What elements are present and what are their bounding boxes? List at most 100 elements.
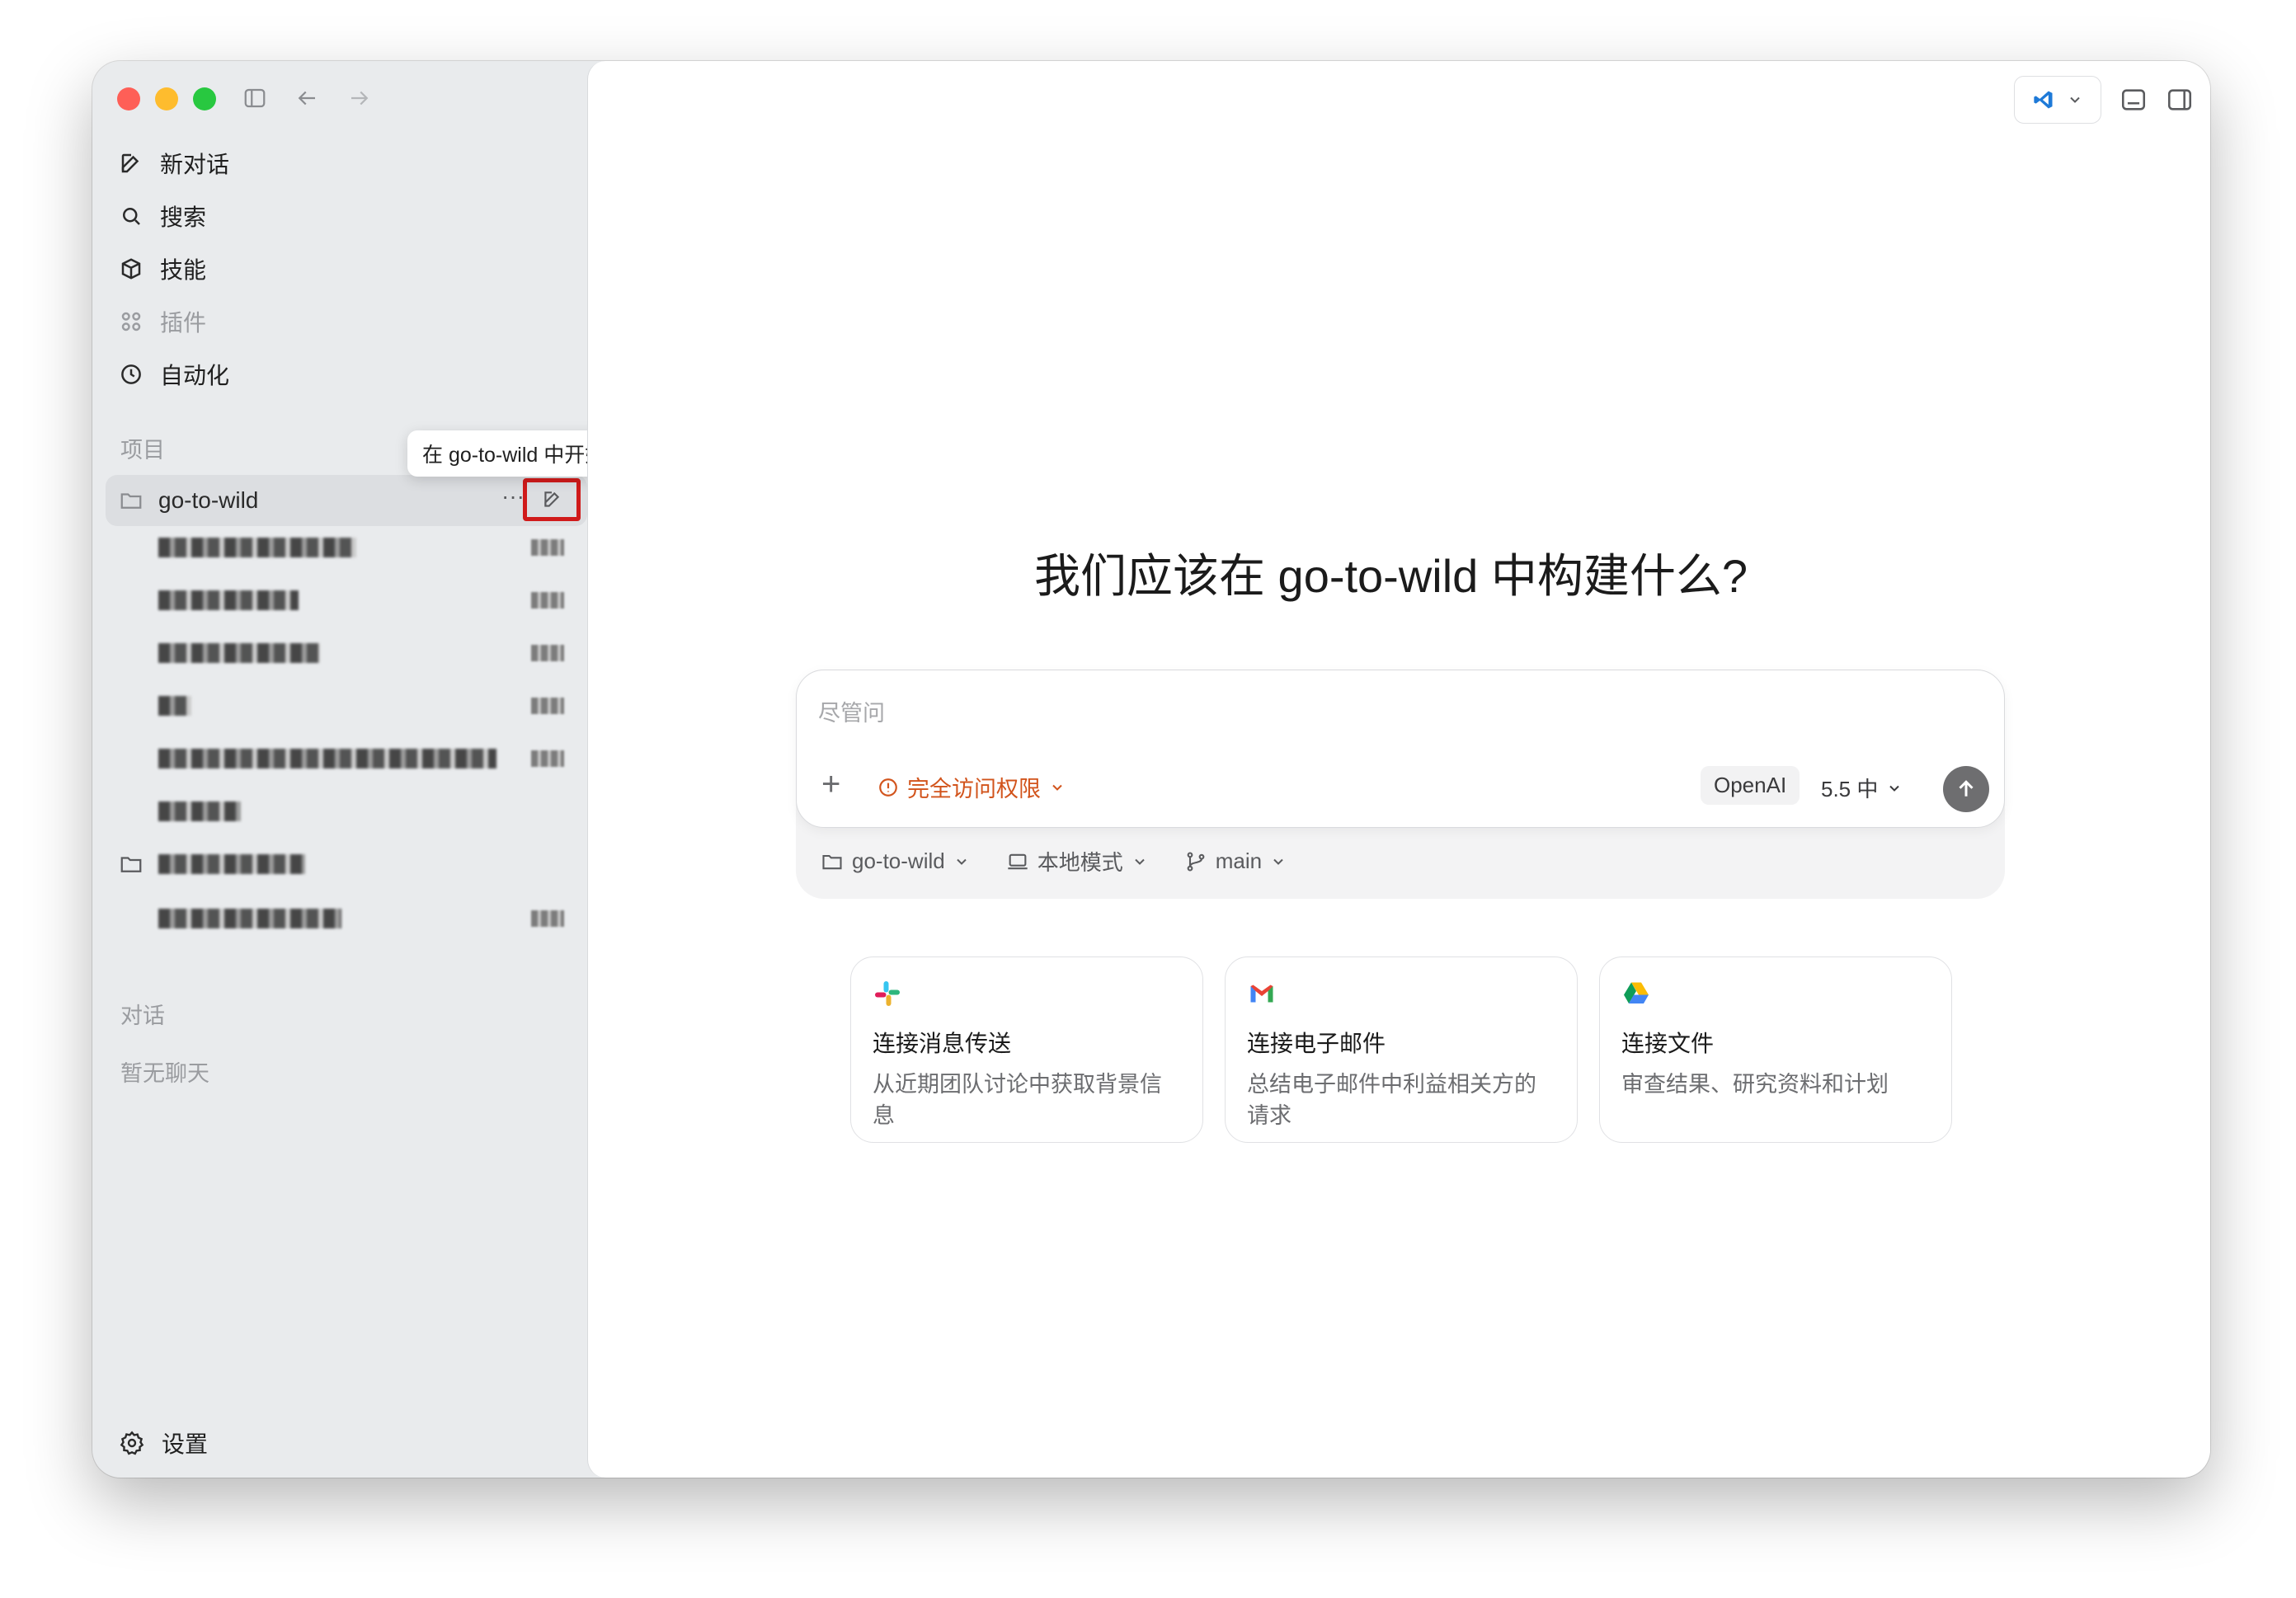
- folder-icon: [822, 854, 842, 869]
- redacted-text: [158, 749, 496, 768]
- redacted-date: [531, 539, 564, 556]
- redacted-date: [531, 645, 564, 661]
- redacted-date: [531, 698, 564, 714]
- branch-label: main: [1215, 848, 1263, 873]
- branch-selector[interactable]: main: [1184, 848, 1287, 874]
- project-item-redacted[interactable]: [119, 848, 564, 881]
- chevron-down-icon: [1052, 784, 1062, 791]
- redacted-text: [158, 909, 341, 928]
- mode-selector[interactable]: 本地模式: [1006, 846, 1148, 877]
- nav-automation[interactable]: 自动化: [119, 351, 229, 397]
- clock-icon: [121, 364, 141, 384]
- top-controls: [2014, 76, 2194, 124]
- nav-label: 自动化: [160, 363, 230, 388]
- search-icon: [123, 208, 140, 225]
- arrow-up-icon: [1959, 780, 1974, 797]
- projects-section-label: 项目: [120, 438, 165, 463]
- project-row-content: [119, 852, 305, 877]
- nav-search[interactable]: 搜索: [119, 193, 206, 239]
- card-title: 连接文件: [1621, 1031, 1715, 1056]
- git-branch-icon: [1187, 851, 1205, 872]
- redacted-date: [531, 592, 564, 609]
- nav-label: 搜索: [160, 204, 207, 230]
- app-window: 新对话 搜索 技能 插件 自动化 项目 go-to-wild ··· 在 go-…: [92, 61, 2210, 1478]
- project-name: go-to-wild: [158, 487, 259, 513]
- new-chat-icon: [121, 153, 139, 173]
- edit-icon: [544, 491, 560, 507]
- folder-icon: [120, 493, 142, 509]
- card-title: 连接消息传送: [873, 1031, 1012, 1056]
- nav-label: 新对话: [160, 152, 230, 177]
- add-attachment-button[interactable]: +: [821, 766, 840, 803]
- card-desc: 从近期团队讨论中获取背景信息: [873, 1072, 1162, 1128]
- send-button[interactable]: [1943, 766, 1989, 812]
- card-desc: 总结电子邮件中利益相关方的请求: [1247, 1072, 1536, 1128]
- provider-chip[interactable]: OpenAI: [1701, 766, 1800, 805]
- laptop-icon: [1008, 853, 1028, 869]
- connect-email-card[interactable]: 连接电子邮件 总结电子邮件中利益相关方的请求: [1225, 956, 1578, 1143]
- redacted-text: [158, 801, 241, 821]
- gear-icon: [120, 1431, 144, 1455]
- plugins-icon: [121, 312, 141, 331]
- nav-label: 技能: [160, 257, 207, 283]
- nav-skills[interactable]: 技能: [119, 246, 206, 292]
- list-item[interactable]: [158, 902, 564, 935]
- list-item[interactable]: [158, 584, 564, 617]
- redacted-text: [158, 590, 299, 610]
- slack-icon: [875, 981, 900, 1006]
- redacted-text: [158, 643, 320, 663]
- list-item[interactable]: [158, 531, 564, 564]
- bottom-panel-icon[interactable]: [2120, 86, 2148, 114]
- model-version: 5.5 中: [1821, 777, 1879, 801]
- prompt-input[interactable]: 尽管问: [818, 695, 885, 727]
- connect-files-card[interactable]: 连接文件 审查结果、研究资料和计划: [1599, 956, 1952, 1143]
- project-selector[interactable]: go-to-wild: [821, 848, 970, 874]
- chevron-down-icon: [1889, 785, 1900, 792]
- access-permission-dropdown[interactable]: 完全访问权限: [877, 771, 1066, 803]
- new-chat-in-project-button[interactable]: [523, 478, 581, 521]
- project-selector-label: go-to-wild: [852, 848, 945, 873]
- redacted-text: [158, 854, 305, 874]
- right-panel-icon[interactable]: [2166, 86, 2194, 114]
- forward-arrow-icon[interactable]: [346, 86, 373, 110]
- maximize-window-button[interactable]: [193, 87, 216, 110]
- chevron-down-icon: [1135, 858, 1145, 865]
- settings-button[interactable]: 设置: [119, 1420, 208, 1466]
- suggestion-cards: 连接消息传送 从近期团队讨论中获取背景信息 连接电子邮件 总结电子邮件中利益相关…: [850, 956, 1952, 1143]
- list-item[interactable]: [158, 637, 564, 670]
- vscode-icon: [2034, 91, 2053, 109]
- chevron-down-icon: [1273, 858, 1283, 865]
- sidebar-toggle-icon[interactable]: [242, 86, 267, 110]
- chats-empty-text: 暂无聊天: [120, 1061, 209, 1086]
- gmail-icon: [1250, 985, 1273, 1003]
- nav-new-chat[interactable]: 新对话: [119, 140, 229, 186]
- open-in-editor-button[interactable]: [2014, 76, 2101, 124]
- redacted-date: [531, 750, 564, 767]
- nav-plugins[interactable]: 插件: [119, 298, 206, 345]
- list-item[interactable]: [158, 689, 564, 722]
- card-desc: 审查结果、研究资料和计划: [1621, 1072, 1889, 1097]
- connect-messaging-card[interactable]: 连接消息传送 从近期团队讨论中获取背景信息: [850, 956, 1203, 1143]
- back-arrow-icon[interactable]: [294, 86, 320, 110]
- folder-icon: [120, 857, 142, 872]
- mode-label: 本地模式: [1037, 850, 1123, 875]
- composer[interactable]: 尽管问 + 完全访问权限 OpenAI 5.5 中: [796, 670, 2005, 828]
- warning-icon: [879, 778, 897, 797]
- composer-container: 尽管问 + 完全访问权限 OpenAI 5.5 中 go-to-wild 本地模…: [796, 670, 2005, 899]
- chevron-down-icon: [2070, 96, 2080, 103]
- minimize-window-button[interactable]: [155, 87, 178, 110]
- more-icon[interactable]: ···: [501, 483, 525, 510]
- list-item[interactable]: [158, 795, 564, 828]
- settings-label: 设置: [162, 1431, 209, 1457]
- nav-label: 插件: [160, 310, 207, 336]
- chats-section-label: 对话: [120, 1003, 165, 1028]
- close-window-button[interactable]: [117, 87, 140, 110]
- model-selector[interactable]: 5.5 中: [1821, 773, 1903, 803]
- list-item[interactable]: [158, 742, 564, 775]
- redacted-text: [158, 538, 356, 557]
- drive-icon: [1624, 982, 1649, 1003]
- redacted-text: [158, 696, 191, 716]
- project-item-go-to-wild[interactable]: go-to-wild ···: [106, 475, 587, 526]
- skills-icon: [121, 258, 141, 280]
- window-controls: [117, 87, 216, 110]
